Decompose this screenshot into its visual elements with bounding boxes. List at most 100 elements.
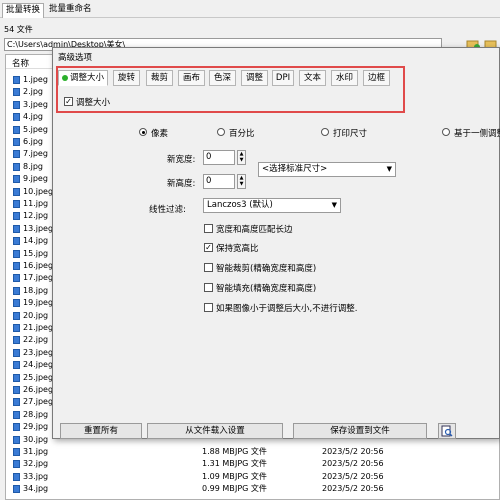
image-file-icon [13, 373, 20, 382]
file-name: 8.jpg [23, 161, 44, 171]
list-item[interactable]: 34.jpg 0.99 MB JPG 文件 2023/5/2 20:56 [6, 483, 499, 495]
option-checkbox-1[interactable]: ✓ [204, 243, 213, 252]
radio-pixel[interactable] [139, 128, 147, 136]
tab-batch-convert[interactable]: 批量转换 [2, 3, 45, 18]
image-file-icon [13, 262, 20, 270]
image-file-icon [13, 76, 20, 84]
preview-icon[interactable] [438, 423, 456, 439]
image-file-icon [13, 113, 20, 122]
tab-text[interactable]: 文本 [299, 70, 326, 86]
tab-crop[interactable]: 裁剪 [146, 70, 173, 86]
file-date: 2023/5/2 20:56 [322, 447, 384, 456]
radio-one-side[interactable] [442, 128, 450, 136]
option-checkbox-0[interactable] [204, 224, 213, 233]
new-height-spinner[interactable]: ▲ ▼ [237, 174, 246, 189]
radio-print-size-label: 打印尺寸 [333, 129, 368, 139]
chevron-down-icon: ▼ [331, 201, 337, 209]
file-size: 1.88 MB [202, 447, 235, 456]
image-file-icon [13, 448, 20, 456]
image-file-icon [13, 286, 20, 295]
option-label-3: 智能填充(精确宽度和高度) [216, 284, 317, 294]
file-name: 32.jpg [23, 459, 49, 469]
filter-select[interactable]: Lanczos3 (默认) ▼ [203, 198, 341, 213]
tab-canvas[interactable]: 画布 [178, 70, 205, 86]
radio-pixel-label: 像素 [151, 129, 169, 139]
image-file-icon [13, 472, 20, 481]
file-name: 28.jpg [23, 409, 49, 419]
image-file-icon [13, 423, 20, 432]
option-checkbox-4[interactable] [204, 303, 213, 312]
file-date: 2023/5/2 20:56 [322, 471, 384, 481]
column-name-header[interactable]: 名称 [12, 57, 29, 69]
file-name: 29.jpg [23, 422, 49, 432]
file-name: 25.jpeg [23, 372, 54, 382]
file-name: 21.jpeg [23, 323, 54, 332]
file-name: 12.jpg [23, 211, 49, 221]
new-height-input[interactable]: 0 [203, 174, 235, 189]
file-type: JPG 文件 [235, 471, 267, 481]
reset-all-button[interactable]: 重置所有 [60, 423, 142, 439]
image-file-icon [13, 138, 20, 146]
resize-checkbox-label: 调整大小 [76, 98, 111, 108]
file-count: 54 文件 [4, 25, 33, 34]
list-item[interactable]: 33.jpg 1.09 MB JPG 文件 2023/5/2 20:56 [6, 471, 499, 483]
image-file-icon [13, 348, 20, 357]
tab-color-depth[interactable]: 色深 [209, 70, 236, 86]
file-name: 23.jpeg [23, 347, 54, 357]
new-height-label: 新高度: [167, 179, 196, 189]
file-name: 24.jpeg [23, 360, 54, 370]
new-width-spinner[interactable]: ▲ ▼ [237, 150, 246, 165]
option-checkbox-3[interactable] [204, 283, 213, 292]
radio-print-size[interactable] [321, 128, 329, 136]
filter-label: 线性过滤: [149, 205, 186, 215]
radio-percent[interactable] [217, 128, 225, 136]
file-type: JPG 文件 [235, 459, 267, 469]
option-label-0: 宽度和高度匹配长边 [216, 225, 293, 235]
new-width-input[interactable]: 0 [203, 150, 235, 165]
image-file-icon [13, 299, 20, 308]
image-file-icon [13, 460, 20, 469]
file-type: JPG 文件 [235, 484, 267, 494]
file-name: 7.jpeg [23, 149, 48, 159]
tab-batch-rename[interactable]: 批量重命名 [46, 3, 95, 18]
resize-checkbox[interactable]: ✓ [64, 97, 73, 106]
file-name: 14.jpg [23, 236, 49, 246]
image-file-icon [13, 212, 20, 221]
file-name: 18.jpg [23, 285, 49, 295]
file-name: 15.jpg [23, 248, 49, 258]
image-file-icon [13, 274, 20, 283]
image-file-icon [13, 162, 20, 171]
file-date: 2023/5/2 20:56 [322, 484, 384, 494]
file-name: 1.jpeg [23, 75, 48, 84]
standard-size-select[interactable]: <选择标准尺寸> ▼ [258, 162, 396, 177]
file-size: 1.31 MB [202, 459, 235, 469]
file-type: JPG 文件 [235, 447, 267, 456]
tab-resize[interactable]: 调整大小 [58, 70, 108, 86]
image-file-icon [13, 324, 20, 332]
option-label-2: 智能裁剪(精确宽度和高度) [216, 264, 317, 274]
image-file-icon [13, 100, 20, 109]
file-name: 4.jpg [23, 112, 44, 122]
image-file-icon [13, 249, 20, 258]
load-settings-button[interactable]: 从文件载入设置 [147, 423, 283, 439]
tab-dpi[interactable]: DPI [272, 70, 294, 86]
option-label-4: 如果图像小于调整后大小,不进行调整. [216, 304, 358, 314]
file-size: 0.99 MB [202, 484, 235, 494]
file-name: 31.jpg [23, 447, 49, 456]
image-file-icon [13, 175, 20, 184]
image-file-icon [13, 485, 20, 494]
tab-rotate[interactable]: 旋转 [113, 70, 140, 86]
image-file-icon [13, 361, 20, 370]
list-item[interactable]: 31.jpg 1.88 MB JPG 文件 2023/5/2 20:56 [6, 446, 499, 458]
save-settings-button[interactable]: 保存设置到文件 [293, 423, 427, 439]
file-name: 16.jpeg [23, 261, 54, 270]
tab-adjust[interactable]: 调整 [241, 70, 268, 86]
file-name: 26.jpeg [23, 385, 54, 394]
list-item[interactable]: 32.jpg 1.31 MB JPG 文件 2023/5/2 20:56 [6, 458, 499, 470]
tab-border[interactable]: 边框 [363, 70, 390, 86]
tab-watermark[interactable]: 水印 [331, 70, 358, 86]
image-file-icon [13, 336, 20, 345]
radio-percent-label: 百分比 [229, 129, 255, 139]
option-checkbox-2[interactable] [204, 263, 213, 272]
file-name: 9.jpeg [23, 174, 48, 184]
